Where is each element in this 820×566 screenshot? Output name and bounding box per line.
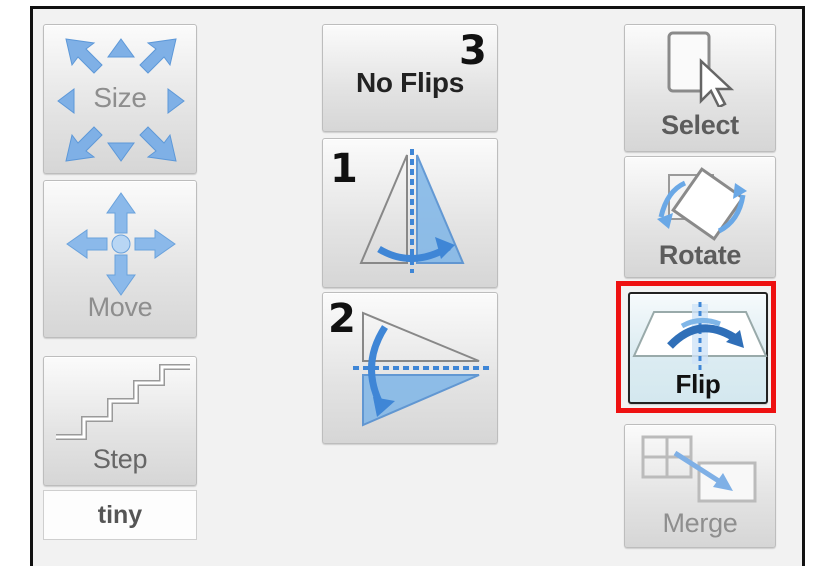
merge-grid-icon [641, 435, 757, 503]
step-button[interactable]: Step [43, 356, 197, 486]
step-label: Step [92, 444, 148, 474]
select-button[interactable]: Select [624, 24, 776, 152]
select-label: Select [661, 110, 739, 140]
rotate-icon [657, 167, 747, 241]
step-size-field[interactable]: tiny [43, 490, 197, 540]
annotation-1: 1 [330, 146, 358, 192]
flip-horizontal-axis-icon [353, 311, 489, 427]
move-label: Move [87, 292, 153, 322]
merge-label: Merge [662, 508, 738, 538]
annotation-3: 3 [459, 28, 487, 74]
no-flips-label: No Flips [355, 67, 465, 98]
rotate-label: Rotate [658, 240, 742, 270]
step-size-value: tiny [97, 500, 143, 529]
rotate-button[interactable]: Rotate [624, 156, 776, 278]
size-button[interactable]: Size [43, 24, 197, 174]
annotation-2: 2 [328, 296, 356, 342]
flip-vertical-axis-icon [359, 149, 465, 273]
move-arrows-icon [66, 192, 176, 296]
stairs-icon [56, 364, 190, 440]
move-button[interactable]: Move [43, 180, 197, 338]
flip-selection-highlight [616, 281, 776, 413]
cursor-select-icon [667, 31, 735, 107]
merge-button[interactable]: Merge [624, 424, 776, 548]
size-label: Size [93, 82, 147, 113]
